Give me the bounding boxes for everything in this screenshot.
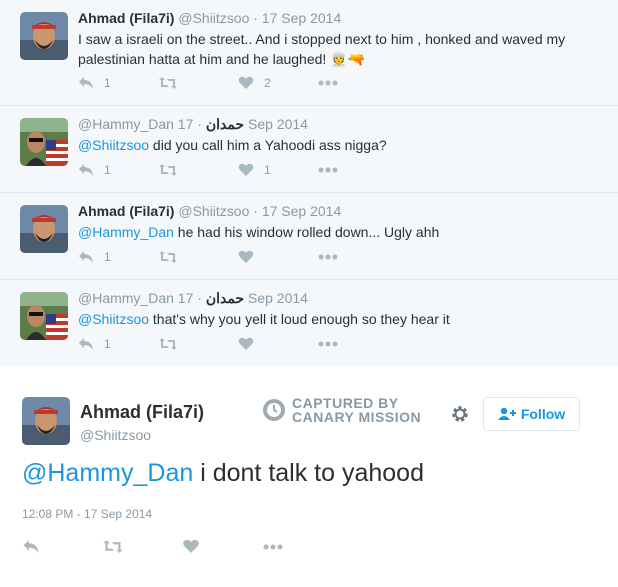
avatar[interactable] (20, 118, 68, 166)
like-button[interactable] (238, 250, 318, 264)
tweet-text: @Hammy_Dan i dont talk to yahood (22, 459, 424, 487)
retweet-icon (159, 164, 177, 176)
retweet-button[interactable] (102, 539, 182, 554)
reply-button[interactable]: 1 (78, 76, 158, 90)
more-dots-icon (318, 254, 338, 260)
tweet-timestamp[interactable]: 12:08 PM - 17 Sep 2014 (22, 507, 152, 521)
retweet-button[interactable] (158, 250, 238, 264)
reply-icon (23, 540, 39, 553)
avatar[interactable] (20, 292, 68, 340)
retweet-button[interactable] (158, 163, 238, 177)
heart-icon (238, 76, 254, 89)
main-tweet: Ahmad (Fila7i) @Shiitzsoo CAPTURED BY CA… (0, 366, 618, 587)
more-button[interactable] (262, 544, 342, 550)
reply-thread: Ahmad (Fila7i) @Shiitzsoo · 17 Sep 2014 … (0, 0, 618, 367)
reply-icon (79, 164, 93, 176)
tweet-date[interactable]: 17 Sep 2014 (262, 10, 341, 26)
more-button[interactable] (318, 80, 398, 86)
mention-link[interactable]: @Hammy_Dan (78, 224, 174, 240)
user-handle[interactable]: @Hammy_Dan (78, 290, 174, 306)
tweet-actions: 1 (78, 250, 398, 264)
retweet-button[interactable] (158, 76, 238, 90)
avatar[interactable] (20, 12, 68, 60)
tweet[interactable]: @Hammy_Dan حمدان · 17 Sep 2014 @Shiitzso… (0, 106, 618, 193)
heart-icon (183, 539, 199, 553)
like-button[interactable]: 2 (238, 76, 318, 90)
tweet[interactable]: Ahmad (Fila7i) @Shiitzsoo · 17 Sep 2014 … (0, 0, 618, 106)
reply-count: 1 (104, 337, 111, 351)
reply-count: 1 (104, 163, 111, 177)
heart-icon (238, 337, 254, 350)
user-name-arabic[interactable]: حمدان (206, 290, 244, 306)
heart-icon (238, 163, 254, 176)
reply-button[interactable]: 1 (78, 163, 158, 177)
retweet-icon (103, 540, 123, 553)
tweet[interactable]: Ahmad (Fila7i) @Shiitzsoo · 17 Sep 2014 … (0, 193, 618, 280)
like-button[interactable]: 1 (238, 163, 318, 177)
reply-icon (79, 338, 93, 350)
like-button[interactable] (182, 539, 262, 554)
tweet-actions: 1 (78, 337, 398, 351)
clock-icon (263, 399, 285, 421)
user-handle[interactable]: @Shiitzsoo (178, 203, 249, 219)
retweet-icon (159, 251, 177, 263)
tweet[interactable]: @Hammy_Dan حمدان · 17 Sep 2014 @Shiitzso… (0, 280, 618, 367)
user-name-arabic[interactable]: حمدان (206, 116, 244, 132)
tweet-date[interactable]: 17 Sep 2014 (262, 203, 341, 219)
avatar[interactable] (22, 397, 70, 445)
follow-button[interactable]: Follow (483, 397, 580, 431)
watermark-line2: CANARY MISSION (292, 409, 422, 425)
reply-button[interactable]: 1 (78, 250, 158, 264)
tweet-text: @Shiitzsoo did you call him a Yahoodi as… (78, 137, 387, 153)
watermark-line1: CAPTURED BY (292, 395, 399, 411)
user-name[interactable]: Ahmad (Fila7i) (80, 402, 204, 423)
follow-label: Follow (520, 406, 566, 422)
avatar[interactable] (20, 205, 68, 253)
user-handle[interactable]: @Shiitzsoo (80, 427, 151, 443)
tweet-text: @Hammy_Dan he had his window rolled down… (78, 224, 440, 240)
tweet-actions (22, 539, 342, 554)
like-count: 2 (264, 76, 271, 90)
tweet-actions: 1 1 (78, 163, 398, 177)
user-name[interactable]: Ahmad (Fila7i) (78, 203, 174, 219)
like-button[interactable] (238, 337, 318, 351)
mention-link[interactable]: @Hammy_Dan (22, 459, 193, 487)
tweet-text: I saw a israeli on the street.. And i st… (78, 31, 566, 67)
more-button[interactable] (318, 341, 398, 347)
user-name[interactable]: Ahmad (Fila7i) (78, 10, 174, 26)
retweet-button[interactable] (158, 337, 238, 351)
reply-button[interactable]: 1 (78, 337, 158, 351)
watermark: CAPTURED BY CANARY MISSION (262, 396, 421, 424)
more-dots-icon (318, 80, 338, 86)
more-button[interactable] (318, 254, 398, 260)
more-button[interactable] (318, 167, 398, 173)
more-dots-icon (318, 167, 338, 173)
reply-icon (79, 251, 93, 263)
more-dots-icon (263, 544, 283, 549)
tweet-text: @Shiitzsoo that's why you yell it loud e… (78, 311, 450, 327)
user-handle[interactable]: @Shiitzsoo (178, 10, 249, 26)
heart-icon (238, 250, 254, 263)
tweet-actions: 1 2 (78, 76, 398, 90)
mention-link[interactable]: @Shiitzsoo (78, 137, 149, 153)
user-handle[interactable]: @Hammy_Dan (78, 116, 174, 132)
like-count: 1 (264, 163, 271, 177)
reply-icon (79, 77, 93, 89)
retweet-icon (159, 338, 177, 350)
reply-count: 1 (104, 76, 111, 90)
retweet-icon (159, 77, 177, 89)
add-user-icon (497, 407, 516, 420)
reply-button[interactable] (22, 539, 102, 554)
reply-count: 1 (104, 250, 111, 264)
mention-link[interactable]: @Shiitzsoo (78, 311, 149, 327)
gear-icon[interactable] (450, 404, 470, 424)
more-dots-icon (318, 341, 338, 347)
